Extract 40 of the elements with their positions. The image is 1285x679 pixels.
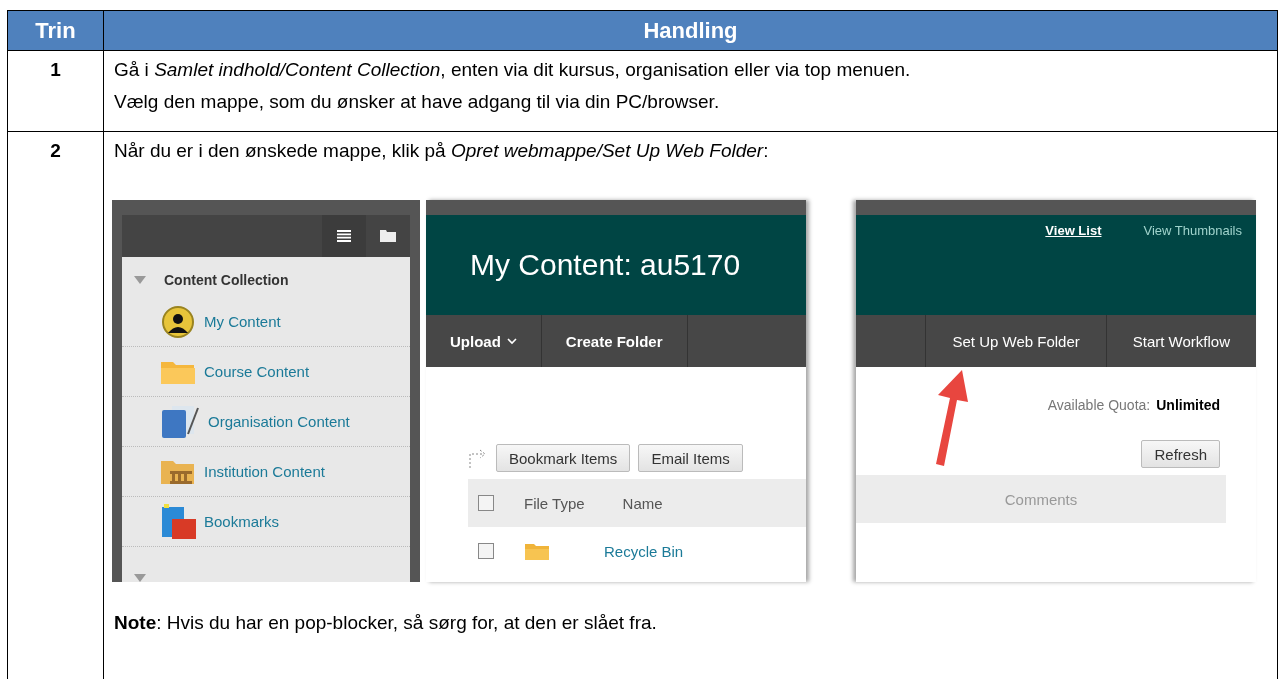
instruction-text: Gå i Samlet indhold/Content Collection, enten via dit kursus, organisation eller via top menuen.: [114, 58, 912, 82]
file-link[interactable]: Recycle Bin: [604, 542, 684, 560]
column-label: File Type: [524, 494, 585, 512]
quota-label: Available Quota:: [1047, 397, 1151, 415]
collapse-triangle-icon: [134, 276, 146, 284]
select-all-checkbox[interactable]: [478, 495, 494, 511]
step-number: 1: [50, 59, 61, 82]
toolbar-button[interactable]: Start Workflow: [1105, 315, 1256, 367]
instruction-text: Vælg den mappe, som du ønsker at have adgang til via din PC/browser.: [114, 90, 721, 114]
refresh-button[interactable]: Refresh: [1141, 440, 1220, 468]
view-link[interactable]: View Thumbnails: [1143, 223, 1242, 238]
row-checkbox[interactable]: [478, 543, 494, 559]
sidebar-link[interactable]: Bookmarks: [204, 513, 280, 530]
sidebar-link[interactable]: My Content: [204, 313, 281, 330]
list-view-button[interactable]: [322, 215, 366, 257]
column-header: Handling: [104, 11, 1277, 51]
sidebar-title: Content Collection: [164, 272, 289, 288]
column-label: Comments: [1004, 490, 1078, 508]
action-button[interactable]: Bookmark Items: [496, 444, 631, 472]
column-label: Name: [622, 494, 663, 512]
list-icon: [337, 230, 351, 242]
view-link[interactable]: View List: [1045, 223, 1102, 238]
toolbar-button[interactable]: Create Folder: [541, 315, 688, 367]
sidebar-link[interactable]: Organisation Content: [208, 413, 350, 430]
chevron-down-icon: [506, 337, 517, 345]
step-number: 2: [50, 140, 61, 163]
instruction-text: Når du er i den ønskede mappe, klik på Opret webmappe/Set Up Web Folder:: [114, 139, 770, 163]
toolbar-button[interactable]: Set Up Web Folder: [925, 315, 1106, 367]
quota-value: Unlimited: [1156, 397, 1220, 415]
dotted-arrow-icon: [468, 448, 488, 468]
note-text: Note: Hvis du har en pop-blocker, så sørg for, at den er slået fra.: [114, 611, 658, 635]
action-button[interactable]: Email Items: [638, 444, 743, 472]
toolbar-button[interactable]: Upload: [426, 315, 542, 367]
column-header: Trin: [8, 11, 104, 51]
folder-icon: [380, 230, 396, 242]
folder-icon: [524, 541, 550, 561]
page-heading: My Content: au5170: [470, 248, 741, 282]
sidebar-link[interactable]: Course Content: [204, 363, 310, 380]
collapse-triangle-icon: [134, 574, 146, 582]
sidebar-link[interactable]: Institution Content: [204, 463, 325, 480]
